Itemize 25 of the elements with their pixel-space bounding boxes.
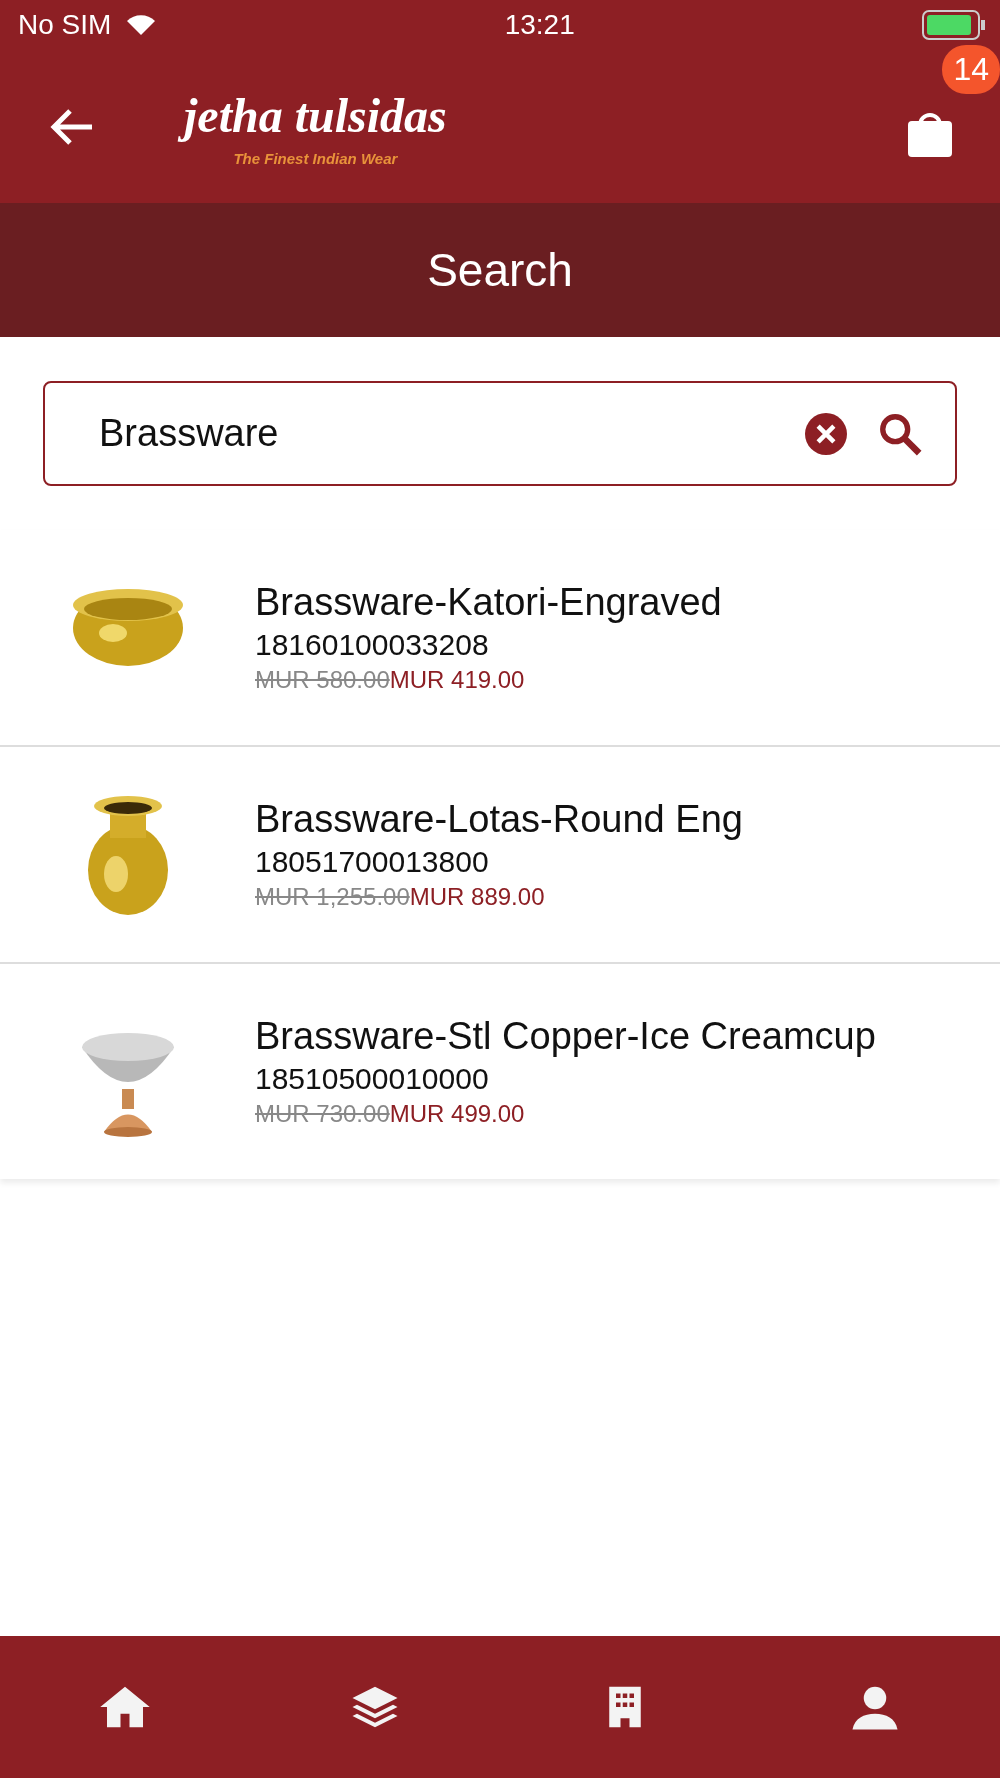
sale-price: MUR 499.00: [389, 1100, 525, 1128]
product-row[interactable]: Brassware-Stl Copper-Ice Creamcup 18510500010000 MUR 730.00MUR 499.00: [0, 964, 1000, 1179]
product-code: 18160100033208: [255, 628, 490, 662]
product-code: 18051700013800: [255, 845, 490, 879]
old-price: MUR 730.00: [255, 1100, 390, 1128]
logo-tagline: The Finest Indian Wear: [233, 150, 398, 167]
product-row[interactable]: Brassware-Katori-Engraved 18160100033208 MUR 580.00MUR 419.00: [0, 530, 1000, 747]
sale-price: MUR 889.00: [409, 883, 545, 911]
wifi-icon: [125, 13, 158, 37]
old-price: MUR 1,255.00: [255, 883, 410, 911]
status-time: 13:21: [504, 9, 575, 41]
sale-price: MUR 419.00: [389, 666, 525, 694]
carrier-label: No SIM: [18, 9, 112, 41]
product-row[interactable]: Brassware-Lotas-Round Eng 18051700013800 MUR 1,255.00MUR 889.00: [0, 747, 1000, 964]
clear-icon[interactable]: [805, 412, 847, 455]
page-title: Search: [427, 243, 573, 297]
product-code: 18510500010000: [255, 1062, 490, 1096]
battery-icon: [922, 10, 986, 40]
product-name: Brassware-Stl Copper-Ice Creamcup: [255, 1015, 876, 1058]
product-name: Brassware-Lotas-Round Eng: [255, 798, 743, 841]
search-field[interactable]: Brassware: [43, 381, 957, 486]
old-price: MUR 580.00: [255, 666, 390, 694]
product-name: Brassware-Katori-Engraved: [255, 581, 722, 624]
cart-count-badge: 14: [942, 44, 1000, 94]
logo: jetha tulsidas: [176, 86, 455, 146]
